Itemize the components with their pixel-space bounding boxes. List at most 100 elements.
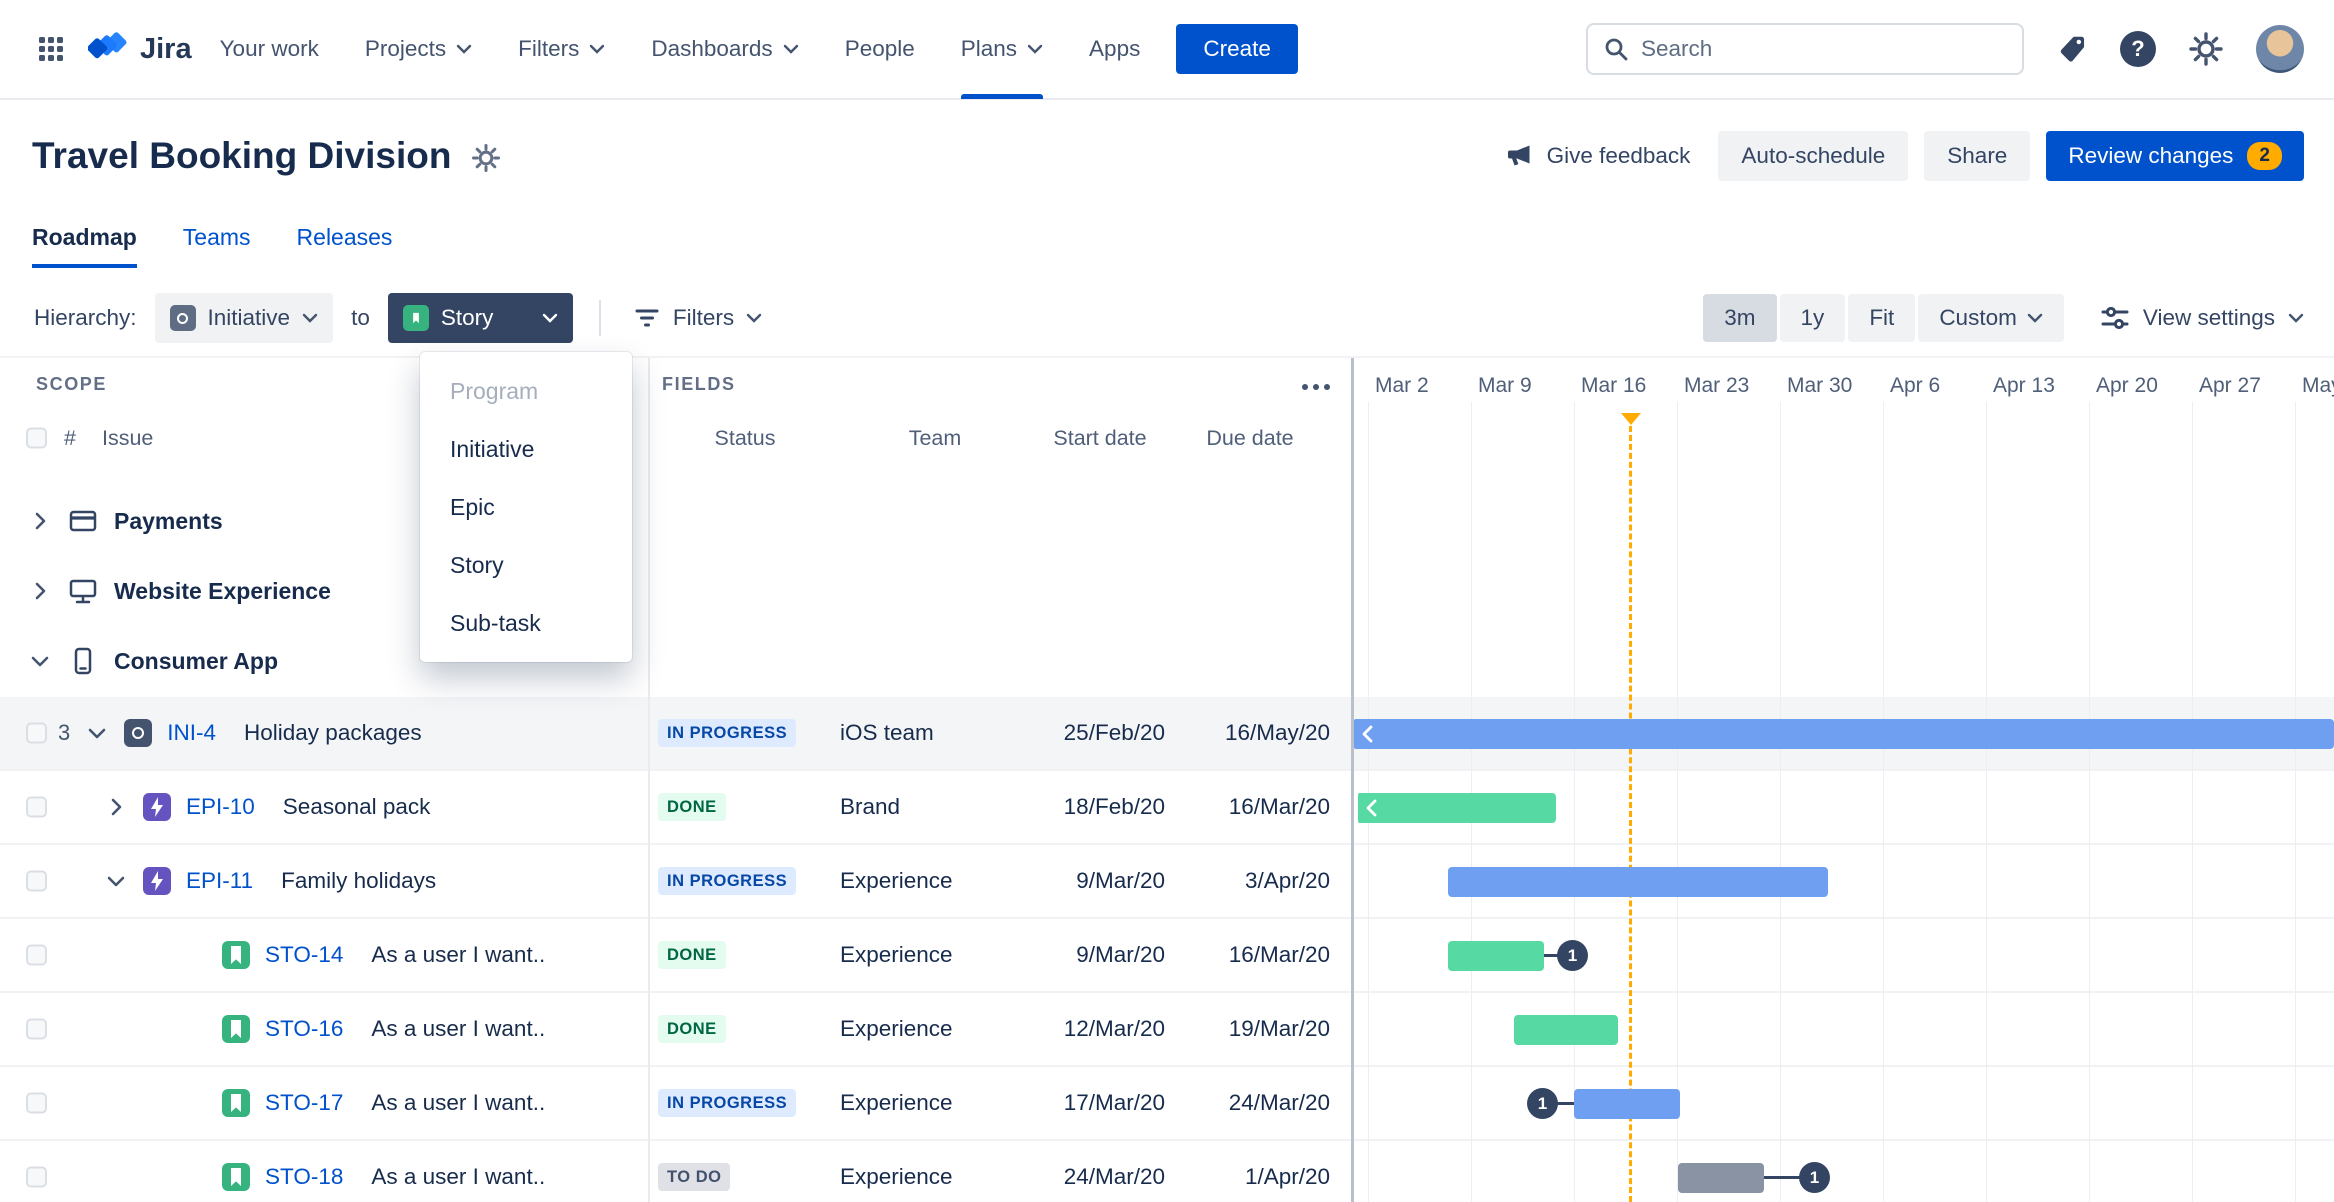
menu-item-epic[interactable]: Epic (420, 478, 632, 536)
epic-icon (143, 867, 171, 895)
share-button[interactable]: Share (1924, 131, 2031, 181)
team-cell: Experience (840, 942, 953, 967)
app-switcher-icon[interactable] (30, 28, 72, 70)
zoom-1y-button[interactable]: 1y (1779, 294, 1846, 342)
issue-row-sto-17[interactable]: STO-17 As a user I want.. IN PROGRESS Exper… (0, 1067, 2334, 1141)
plan-settings-gear-icon[interactable] (471, 143, 501, 173)
issue-summary: As a user I want.. (371, 942, 546, 967)
menu-item-initiative[interactable]: Initiative (420, 420, 632, 478)
nav-your-work[interactable]: Your work (220, 0, 319, 99)
story-icon (222, 1089, 250, 1117)
issue-row-epi-10[interactable]: EPI-10 Seasonal pack DONE Brand 18/Feb/20 16/… (0, 771, 2334, 845)
topnav-right: ? (1586, 23, 2304, 75)
schedule-bar-sto-18[interactable] (1678, 1163, 1764, 1193)
bar-continues-left-icon (1366, 799, 1377, 817)
issue-row-sto-18[interactable]: STO-18 As a user I want.. TO DO Experience 2… (0, 1141, 2334, 1202)
issue-key-link[interactable]: INI-4 (167, 720, 216, 746)
search-input[interactable] (1641, 36, 2007, 62)
avatar[interactable] (2256, 25, 2304, 73)
due-date-cell: 16/May/20 (1224, 720, 1330, 745)
issue-row-epi-11[interactable]: EPI-11 Family holidays IN PROGRESS Experien… (0, 845, 2334, 919)
issue-key-link[interactable]: STO-16 (265, 1016, 343, 1042)
nav-apps[interactable]: Apps (1089, 0, 1140, 99)
schedule-bar-epi-11[interactable] (1448, 867, 1828, 897)
schedule-bar-sto-17[interactable] (1574, 1089, 1680, 1119)
dependency-badge[interactable]: 1 (1527, 1088, 1558, 1119)
menu-item-program[interactable]: Program (420, 362, 632, 420)
chevron-right-icon[interactable] (28, 579, 52, 603)
tag-icon[interactable] (2056, 33, 2088, 65)
issue-row-ini-4[interactable]: 3 INI-4 Holiday packages IN PROGRESS iOS tea… (0, 697, 2334, 771)
schedule-bar-ini-4[interactable] (1354, 719, 2334, 749)
issue-key-link[interactable]: STO-14 (265, 942, 343, 968)
epic-icon (143, 793, 171, 821)
chevron-down-icon (783, 44, 798, 54)
zoom-fit-button[interactable]: Fit (1848, 294, 1916, 342)
toolbar-divider (598, 300, 601, 336)
tab-roadmap[interactable]: Roadmap (32, 224, 137, 268)
megaphone-icon (1507, 145, 1530, 166)
chevron-right-icon[interactable] (104, 795, 128, 819)
chevron-down-icon[interactable] (28, 649, 52, 673)
team-cell: Experience (840, 1164, 953, 1189)
chevron-right-icon[interactable] (28, 509, 52, 533)
story-icon (222, 1015, 250, 1043)
sliders-icon (2101, 306, 2129, 330)
chevron-down-icon (456, 44, 472, 54)
give-feedback-button[interactable]: Give feedback (1492, 131, 1703, 181)
search-box[interactable] (1586, 23, 2024, 75)
nav-projects[interactable]: Projects (365, 0, 472, 99)
jira-logo[interactable]: Jira (88, 28, 192, 70)
menu-item-subtask[interactable]: Sub-task (420, 594, 632, 652)
hierarchy-from-dropdown[interactable]: Initiative (154, 293, 334, 343)
schedule-bar-epi-10[interactable] (1358, 793, 1556, 823)
hierarchy-level-menu: Program Initiative Epic Story Sub-task (420, 352, 632, 662)
tab-releases[interactable]: Releases (297, 224, 393, 268)
nav-dashboards[interactable]: Dashboards (651, 0, 798, 99)
filters-dropdown[interactable]: Filters (627, 304, 768, 332)
zoom-custom-button[interactable]: Custom (1918, 294, 2064, 342)
issue-key-link[interactable]: STO-18 (265, 1164, 343, 1190)
issue-key-link[interactable]: EPI-11 (186, 868, 253, 894)
chevron-down-icon[interactable] (85, 721, 109, 745)
status-cell: DONE (650, 919, 840, 991)
issue-row-sto-14[interactable]: STO-14 As a user I want.. DONE Experience 9/… (0, 919, 2334, 993)
nav-filters[interactable]: Filters (518, 0, 605, 99)
auto-schedule-button[interactable]: Auto-schedule (1718, 131, 1909, 181)
timeline-bar-lane (1354, 771, 2334, 843)
filter-icon (635, 309, 659, 327)
issue-row-sto-16[interactable]: STO-16 As a user I want.. DONE Experience 12… (0, 993, 2334, 1067)
hierarchy-to-dropdown-trigger[interactable]: Story (387, 293, 573, 343)
review-changes-button[interactable]: Review changes 2 (2046, 131, 2304, 181)
timeline-bar-lane (1354, 845, 2334, 917)
due-date-cell: 3/Apr/20 (1244, 868, 1330, 893)
scope-group-payments[interactable]: Payments (0, 486, 2334, 556)
view-settings-button[interactable]: View settings (2100, 303, 2304, 333)
create-button[interactable]: Create (1176, 24, 1298, 74)
menu-item-story[interactable]: Story (420, 536, 632, 594)
nav-plans[interactable]: Plans (960, 0, 1044, 99)
start-date-cell: 17/Mar/20 (1063, 1090, 1165, 1115)
scope-group-consumer-app[interactable]: Consumer App (0, 626, 2334, 696)
schedule-bar-sto-14[interactable] (1448, 941, 1544, 971)
tab-teams[interactable]: Teams (183, 224, 251, 268)
issue-summary: Family holidays (281, 868, 437, 893)
chevron-down-icon[interactable] (104, 869, 128, 893)
status-cell: TO DO (650, 1141, 840, 1202)
help-icon[interactable]: ? (2120, 31, 2156, 67)
status-cell: DONE (650, 771, 840, 843)
schedule-bar-sto-16[interactable] (1514, 1015, 1618, 1045)
team-cell: Experience (840, 868, 953, 893)
scope-group-website-experience[interactable]: Website Experience (0, 556, 2334, 626)
start-date-cell: 9/Mar/20 (1076, 942, 1165, 967)
issue-key-link[interactable]: EPI-10 (186, 794, 255, 820)
settings-gear-icon[interactable] (2188, 31, 2224, 67)
dependency-badge[interactable]: 1 (1799, 1162, 1830, 1193)
zoom-3m-button[interactable]: 3m (1703, 294, 1777, 342)
scope-fields-divider[interactable] (648, 358, 650, 1202)
fields-timeline-divider[interactable] (1351, 358, 1354, 1202)
dependency-badge[interactable]: 1 (1557, 940, 1588, 971)
issue-key-link[interactable]: STO-17 (265, 1090, 343, 1116)
nav-people[interactable]: People (845, 0, 915, 99)
issue-scope-cell: STO-16 As a user I want.. (0, 993, 646, 1065)
